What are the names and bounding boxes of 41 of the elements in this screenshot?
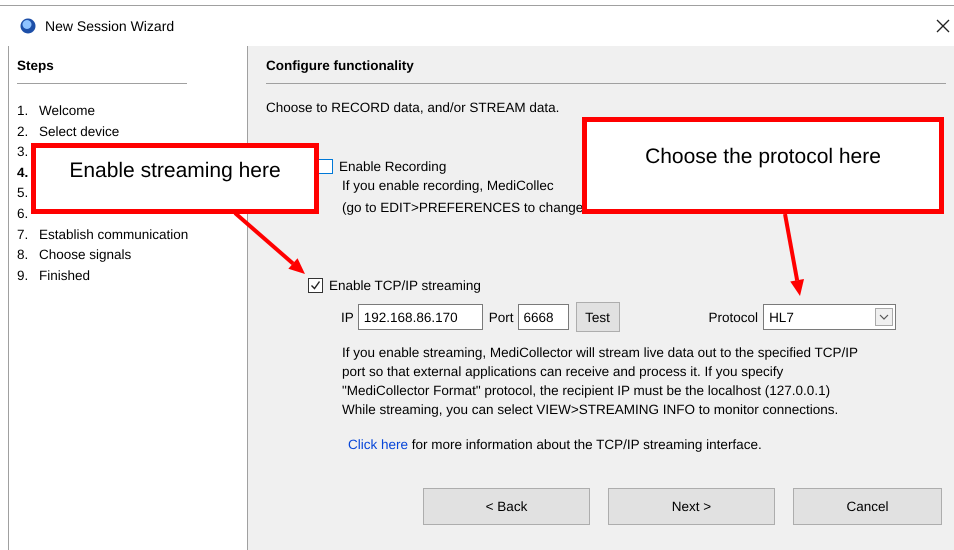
protocol-label: Protocol	[708, 310, 758, 324]
step-label: Select device	[39, 122, 120, 141]
app-icon	[20, 18, 36, 34]
checkbox-label: Enable Recording	[339, 158, 446, 174]
step-number: 3.	[17, 143, 30, 162]
step-label: Establish communication	[39, 226, 188, 244]
port-label: Port	[488, 310, 514, 324]
next-button[interactable]: Next >	[608, 488, 775, 525]
callout-text: Choose the protocol here	[645, 145, 881, 169]
back-button[interactable]: < Back	[423, 488, 590, 525]
checkbox[interactable]	[318, 158, 333, 174]
step-number: 7.	[17, 226, 30, 244]
step-number: 9.	[17, 266, 30, 285]
step-number: 8.	[17, 246, 30, 264]
ip-field[interactable]: 192.168.86.170	[358, 304, 483, 330]
instruction-text: Choose to RECORD data, and/or STREAM data.	[266, 99, 560, 117]
info-text: Click here for more information about the TCP/IP streaming interface.	[348, 436, 762, 454]
close-icon[interactable]	[936, 19, 950, 33]
step-number: 4.	[17, 164, 30, 182]
step-label: Welcome	[39, 102, 96, 120]
chevron-down-icon	[875, 308, 894, 326]
protocol-dropdown[interactable]: HL7	[763, 304, 896, 330]
section-heading: Configure functionality	[266, 57, 414, 75]
step-number: 2.	[17, 122, 30, 141]
callout-text: Enable streaming here	[69, 159, 281, 183]
step-label: Finished	[39, 266, 90, 285]
port-field[interactable]: 6668	[518, 304, 569, 330]
step-label: Choose signals	[39, 246, 132, 264]
sidebar-heading: Steps	[17, 57, 54, 75]
step-number: 5.	[17, 184, 30, 202]
ip-label: IP	[341, 310, 354, 324]
cancel-button[interactable]: Cancel	[793, 488, 942, 525]
checkbox-label: Enable TCP/IP streaming	[329, 278, 481, 292]
window-title: New Session Wizard	[45, 18, 174, 34]
streaming-description: If you enable streaming, MediCollector will stream live data out to the specified TCP/IP port so that external applications can receive and process it. If you specify "MediCollector Format" protocol, the recipient IP must be the localhost (127.0.0.1) While streaming, you can select VIEW>STREAMING INFO to monitor connections.	[342, 344, 858, 419]
step-number: 1.	[17, 102, 30, 120]
recording-description: If you enable recording, MediCollec (go to EDIT>PREFERENCES to change	[342, 177, 584, 217]
checkbox[interactable]	[308, 278, 323, 292]
test-button[interactable]: Test	[576, 302, 620, 332]
link[interactable]: Click here	[348, 437, 408, 452]
step-number: 6.	[17, 204, 30, 223]
